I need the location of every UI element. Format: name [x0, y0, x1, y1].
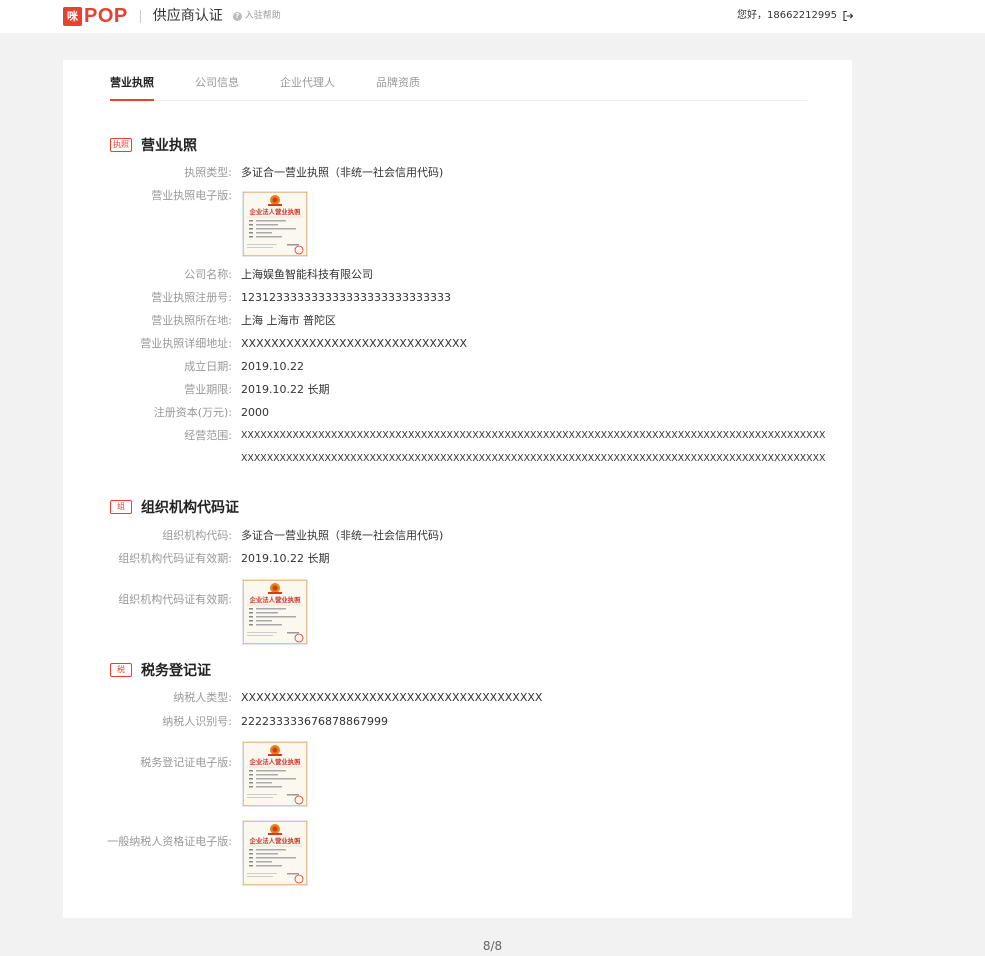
field-label: 营业执照所在地: — [151, 314, 232, 327]
field-row: 纳税人类型: XXXXXXXXXXXXXXXXXXXXXXXXXXXXXXXXX… — [63, 691, 852, 705]
field-row: XXXXXXXXXXXXXXXXXXXXXXXXXXXXXXXXXXXXXXXX… — [63, 452, 852, 466]
certificate-image: 企业法人营业执照 — [243, 821, 307, 885]
section-title-text: 组织机构代码证 — [141, 500, 239, 516]
logout-icon[interactable] — [842, 10, 854, 22]
section-title-text: 税务登记证 — [141, 663, 211, 679]
tab-brand[interactable]: 品牌资质 — [376, 74, 420, 100]
field-label: 营业执照详细地址: — [140, 337, 232, 350]
logo[interactable]: 咪 POP 供应商认证 ? 入驻帮助 — [63, 5, 281, 27]
certificate-image: 企业法人营业执照 — [243, 580, 307, 644]
section-title-tax: 税 税务登记证 — [110, 660, 211, 680]
field-label: 纳税人类型: — [173, 691, 232, 704]
svg-text:企业法人营业执照: 企业法人营业执照 — [248, 836, 301, 845]
help-label: 入驻帮助 — [244, 11, 281, 21]
top-bar: 咪 POP 供应商认证 ? 入驻帮助 您好，18662212995 — [0, 0, 985, 33]
field-label — [63, 452, 232, 466]
license-icon: 执照 — [110, 138, 132, 152]
field-row: 组织机构代码证有效期: 2019.10.22 长期 — [63, 552, 852, 566]
field-value: 123123333333333333333333333333 — [241, 291, 451, 304]
certificate-image: 企业法人营业执照 — [243, 192, 307, 256]
field-label: 组织机构代码: — [162, 529, 232, 542]
field-row: 营业执照注册号: 123123333333333333333333333333 — [63, 291, 852, 305]
field-value: XXXXXXXXXXXXXXXXXXXXXXXXXXXXXXXXXXXXXXXX — [241, 691, 543, 704]
field-row: 一般纳税人资格证电子版: — [63, 835, 852, 849]
field-value: 上海 上海市 普陀区 — [241, 314, 336, 327]
field-value: 2019.10.22 长期 — [241, 552, 330, 565]
tab-agent[interactable]: 企业代理人 — [280, 74, 335, 100]
taxpayer-certificate-image-thumbnail[interactable]: 企业法人营业执照 — [242, 820, 308, 886]
field-row: 组织机构代码: 多证合一营业执照（非统一社会信用代码) — [63, 529, 852, 543]
field-row: 营业执照所在地: 上海 上海市 普陀区 — [63, 314, 852, 328]
org-code-icon: 组 — [110, 500, 132, 514]
field-row: 营业执照电子版: — [63, 189, 852, 203]
field-value: 上海娱鱼智能科技有限公司 — [241, 268, 373, 281]
field-value: 2019.10.22 长期 — [241, 383, 330, 396]
field-label: 组织机构代码证有效期: — [118, 593, 232, 606]
field-label: 成立日期: — [184, 360, 232, 373]
section-title-license: 执照 营业执照 — [110, 135, 197, 155]
header-divider — [139, 10, 141, 23]
field-value: 2019.10.22 — [241, 360, 304, 373]
field-label: 执照类型: — [184, 166, 232, 179]
field-row: 组织机构代码证有效期: — [63, 593, 852, 607]
tab-business-license[interactable]: 营业执照 — [110, 74, 154, 101]
tax-registration-image-thumbnail[interactable]: 企业法人营业执照 — [242, 741, 308, 807]
field-row: 纳税人识别号: 222233333676878867999 — [63, 715, 852, 729]
field-value: XXXXXXXXXXXXXXXXXXXXXXXXXXXXXXXXXXXXXXXX… — [241, 430, 826, 441]
field-label: 税务登记证电子版: — [140, 756, 232, 769]
user-info: 您好，18662212995 — [737, 9, 854, 23]
tab-company-info[interactable]: 公司信息 — [195, 74, 239, 100]
tab-bar: 营业执照 公司信息 企业代理人 品牌资质 — [110, 74, 807, 101]
logo-mark: 咪 — [63, 7, 82, 26]
field-label: 营业期限: — [184, 383, 232, 396]
license-image-thumbnail[interactable]: 企业法人营业执照 — [242, 191, 308, 257]
certificate-image: 企业法人营业执照 — [243, 742, 307, 806]
greeting-text: 您好，18662212995 — [737, 10, 837, 21]
field-row: 注册资本(万元): 2000 — [63, 406, 852, 420]
tax-icon: 税 — [110, 663, 132, 677]
section-title-text: 营业执照 — [141, 138, 197, 154]
field-row: 公司名称: 上海娱鱼智能科技有限公司 — [63, 268, 852, 282]
field-value: 222233333676878867999 — [241, 715, 388, 728]
section-title-org: 组 组织机构代码证 — [110, 497, 239, 517]
field-value: 多证合一营业执照（非统一社会信用代码) — [241, 529, 444, 542]
field-label: 一般纳税人资格证电子版: — [107, 835, 232, 848]
logo-text: POP — [84, 5, 128, 27]
field-label: 公司名称: — [184, 268, 232, 281]
field-row: 执照类型: 多证合一营业执照（非统一社会信用代码) — [63, 166, 852, 180]
field-label: 纳税人识别号: — [162, 715, 232, 728]
org-code-image-thumbnail[interactable]: 企业法人营业执照 — [242, 579, 308, 645]
svg-text:企业法人营业执照: 企业法人营业执照 — [248, 757, 301, 766]
field-label: 经营范围: — [184, 429, 232, 442]
field-label: 营业执照电子版: — [151, 189, 232, 202]
svg-text:企业法人营业执照: 企业法人营业执照 — [248, 595, 301, 604]
svg-text:企业法人营业执照: 企业法人营业执照 — [248, 207, 301, 216]
help-link[interactable]: ? 入驻帮助 — [232, 7, 281, 26]
field-row: 税务登记证电子版: — [63, 756, 852, 770]
page-indicator: 8/8 — [482, 939, 503, 953]
page-title: 供应商认证 — [152, 8, 223, 24]
help-icon: ? — [232, 12, 242, 21]
field-row: 营业期限: 2019.10.22 长期 — [63, 383, 852, 397]
field-value: XXXXXXXXXXXXXXXXXXXXXXXXXXXXXX — [241, 337, 468, 350]
content-card: 营业执照 公司信息 企业代理人 品牌资质 执照 营业执照 执照类型: 多证合一营… — [63, 60, 852, 918]
field-label: 注册资本(万元): — [153, 406, 232, 419]
field-value: XXXXXXXXXXXXXXXXXXXXXXXXXXXXXXXXXXXXXXXX… — [241, 453, 826, 464]
field-value: 多证合一营业执照（非统一社会信用代码) — [241, 166, 444, 179]
field-value: 2000 — [241, 406, 269, 419]
field-row: 营业执照详细地址: XXXXXXXXXXXXXXXXXXXXXXXXXXXXXX — [63, 337, 852, 351]
field-label: 组织机构代码证有效期: — [118, 552, 232, 565]
field-row: 成立日期: 2019.10.22 — [63, 360, 852, 374]
field-label: 营业执照注册号: — [151, 291, 232, 304]
field-row: 经营范围: XXXXXXXXXXXXXXXXXXXXXXXXXXXXXXXXXX… — [63, 429, 852, 443]
